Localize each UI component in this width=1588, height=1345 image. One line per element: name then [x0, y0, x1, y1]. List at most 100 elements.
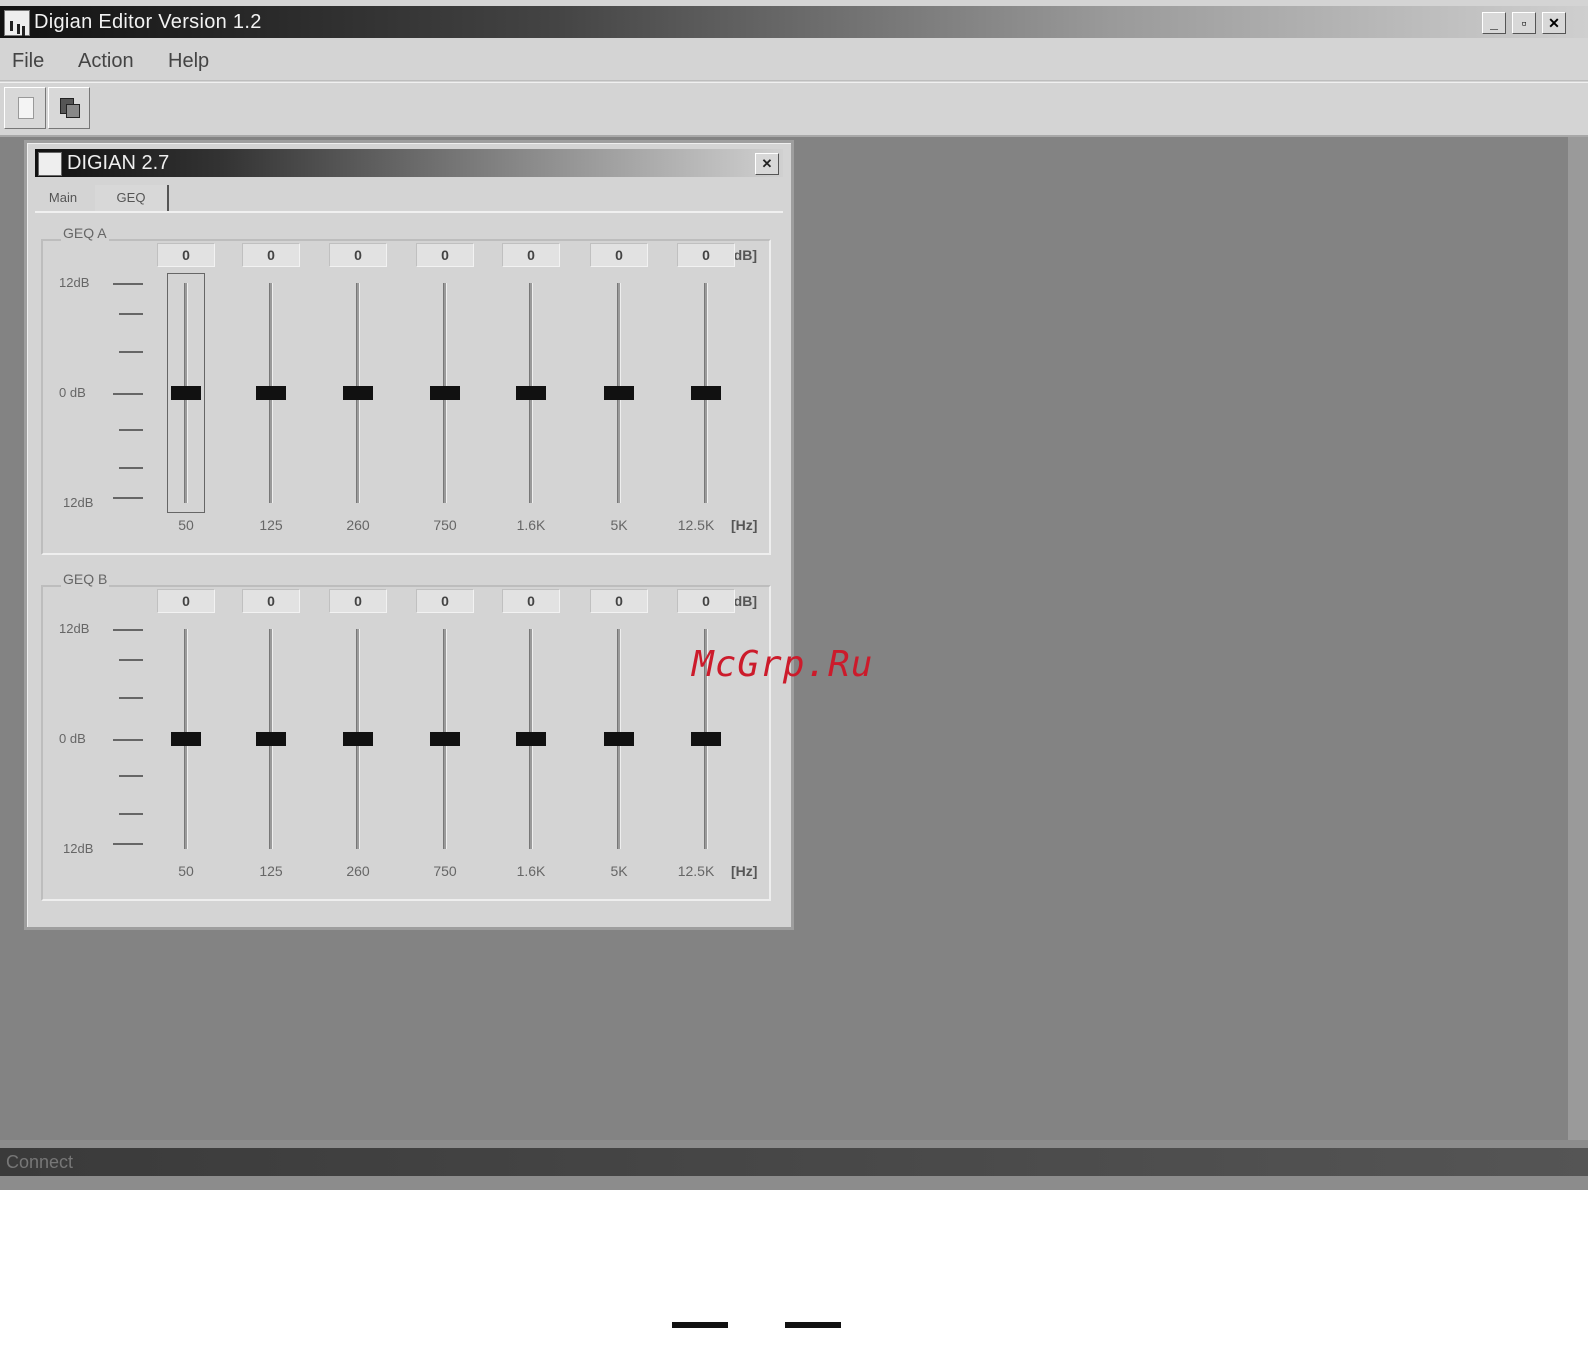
band-db-value[interactable]: 0	[242, 589, 300, 613]
geq-a-panel: GEQ A 12dB 0 dB 12dB [dB] [Hz] 0 50 0 125 0 260 0 750…	[41, 225, 775, 561]
scale-tick	[119, 467, 143, 469]
band-slider-thumb[interactable]	[343, 386, 373, 400]
scale-tick	[113, 393, 143, 395]
maximize-button[interactable]: ▫	[1512, 12, 1536, 34]
band-slider-thumb[interactable]	[256, 386, 286, 400]
hz-unit: [Hz]	[731, 863, 758, 879]
watermark: McGrp.Ru	[692, 644, 874, 685]
band-db-value[interactable]: 0	[157, 589, 215, 613]
tab-strip: Main GEQ	[35, 181, 783, 213]
close-button[interactable]: ✕	[1542, 12, 1566, 34]
band-frequency-label: 750	[433, 517, 457, 533]
band-frequency-label: 1.6K	[516, 517, 546, 533]
band-db-value[interactable]: 0	[416, 243, 474, 267]
scale-label-bottom: 12dB	[63, 495, 94, 510]
band-slider-thumb[interactable]	[691, 732, 721, 746]
band-frequency-label: 260	[346, 863, 370, 879]
band-frequency-label: 125	[259, 517, 283, 533]
menu-help[interactable]: Help	[168, 50, 209, 73]
band-frequency-label: 50	[178, 517, 194, 533]
child-window-title: DIGIAN 2.7	[67, 152, 170, 174]
scale-label-mid: 0 dB	[59, 731, 86, 746]
band-db-value[interactable]: 0	[416, 589, 474, 613]
scale-tick	[119, 813, 143, 815]
band-db-value[interactable]: 0	[329, 243, 387, 267]
band-frequency-label: 1.6K	[516, 863, 546, 879]
band-db-value[interactable]: 0	[502, 589, 560, 613]
scale-tick	[113, 283, 143, 285]
minimize-button[interactable]: _	[1482, 12, 1506, 34]
menu-bar: File Action Help	[0, 40, 1588, 81]
tab-main[interactable]: Main	[35, 185, 91, 211]
geq-frame	[41, 239, 771, 555]
scale-label-top: 12dB	[59, 275, 90, 290]
connect-device-icon	[58, 96, 80, 118]
app-title: Digian Editor Version 1.2	[34, 11, 262, 33]
band-slider-thumb[interactable]	[516, 386, 546, 400]
scale-label-bottom: 12dB	[63, 841, 94, 856]
scale-tick	[119, 775, 143, 777]
scale-tick	[113, 497, 143, 499]
band-frequency-label: 125	[259, 863, 283, 879]
band-db-value[interactable]: 0	[329, 589, 387, 613]
band-db-value[interactable]: 0	[157, 243, 215, 267]
new-document-button[interactable]	[4, 87, 46, 129]
scale-label-top: 12dB	[59, 621, 90, 636]
status-bar: Connect	[0, 1140, 1588, 1190]
geq-label: GEQ A	[61, 225, 109, 241]
menu-action[interactable]: Action	[78, 50, 134, 73]
scale-label-mid: 0 dB	[59, 385, 86, 400]
scale-tick	[113, 739, 143, 741]
band-slider-thumb[interactable]	[691, 386, 721, 400]
band-frequency-label: 12.5K	[677, 863, 715, 879]
band-db-value[interactable]: 0	[677, 243, 735, 267]
band-db-value[interactable]: 0	[590, 589, 648, 613]
geq-frame	[41, 585, 771, 901]
band-slider-thumb[interactable]	[430, 386, 460, 400]
footer-mark	[785, 1322, 841, 1328]
scale-tick	[119, 659, 143, 661]
band-slider-thumb[interactable]	[256, 732, 286, 746]
app-window: Digian Editor Version 1.2 _ ▫ ✕ File Act…	[0, 0, 1588, 1190]
band-db-value[interactable]: 0	[242, 243, 300, 267]
scale-tick	[119, 313, 143, 315]
new-document-icon	[18, 97, 34, 119]
status-strip	[0, 1148, 1588, 1176]
band-frequency-label: 50	[178, 863, 194, 879]
band-frequency-label: 260	[346, 517, 370, 533]
toolbar	[0, 82, 1588, 137]
band-slider-thumb[interactable]	[516, 732, 546, 746]
band-slider-thumb[interactable]	[604, 732, 634, 746]
scale-tick	[119, 429, 143, 431]
band-slider-thumb[interactable]	[343, 732, 373, 746]
digian-child-window: DIGIAN 2.7 ✕ Main GEQ GEQ A 12dB 0 dB 12dB […	[24, 140, 794, 930]
geq-b-panel: GEQ B 12dB 0 dB 12dB [dB] [Hz] 0 50 0 125 0 260 0 750…	[41, 571, 775, 907]
band-frequency-label: 750	[433, 863, 457, 879]
slider-focus-rect	[167, 273, 205, 513]
scale-tick	[113, 843, 143, 845]
scale-tick	[119, 697, 143, 699]
band-frequency-label: 12.5K	[677, 517, 715, 533]
connect-device-button[interactable]	[48, 87, 90, 129]
band-slider-thumb[interactable]	[430, 732, 460, 746]
band-slider-thumb[interactable]	[604, 386, 634, 400]
child-title-bar[interactable]: DIGIAN 2.7 ✕	[35, 149, 783, 177]
app-icon	[4, 10, 30, 36]
band-frequency-label: 5K	[610, 863, 628, 879]
scale-tick	[119, 351, 143, 353]
child-close-button[interactable]: ✕	[755, 153, 779, 175]
title-bar[interactable]: Digian Editor Version 1.2 _ ▫ ✕	[0, 6, 1588, 38]
band-db-value[interactable]: 0	[590, 243, 648, 267]
band-slider-thumb[interactable]	[171, 732, 201, 746]
band-db-value[interactable]: 0	[677, 589, 735, 613]
status-text: Connect	[6, 1152, 74, 1172]
menu-file[interactable]: File	[12, 50, 44, 73]
band-frequency-label: 5K	[610, 517, 628, 533]
child-window-icon	[38, 152, 62, 176]
footer-mark	[672, 1322, 728, 1328]
band-db-value[interactable]: 0	[502, 243, 560, 267]
scale-tick	[113, 629, 143, 631]
hz-unit: [Hz]	[731, 517, 758, 533]
geq-label: GEQ B	[61, 571, 110, 587]
tab-geq[interactable]: GEQ	[95, 185, 169, 211]
